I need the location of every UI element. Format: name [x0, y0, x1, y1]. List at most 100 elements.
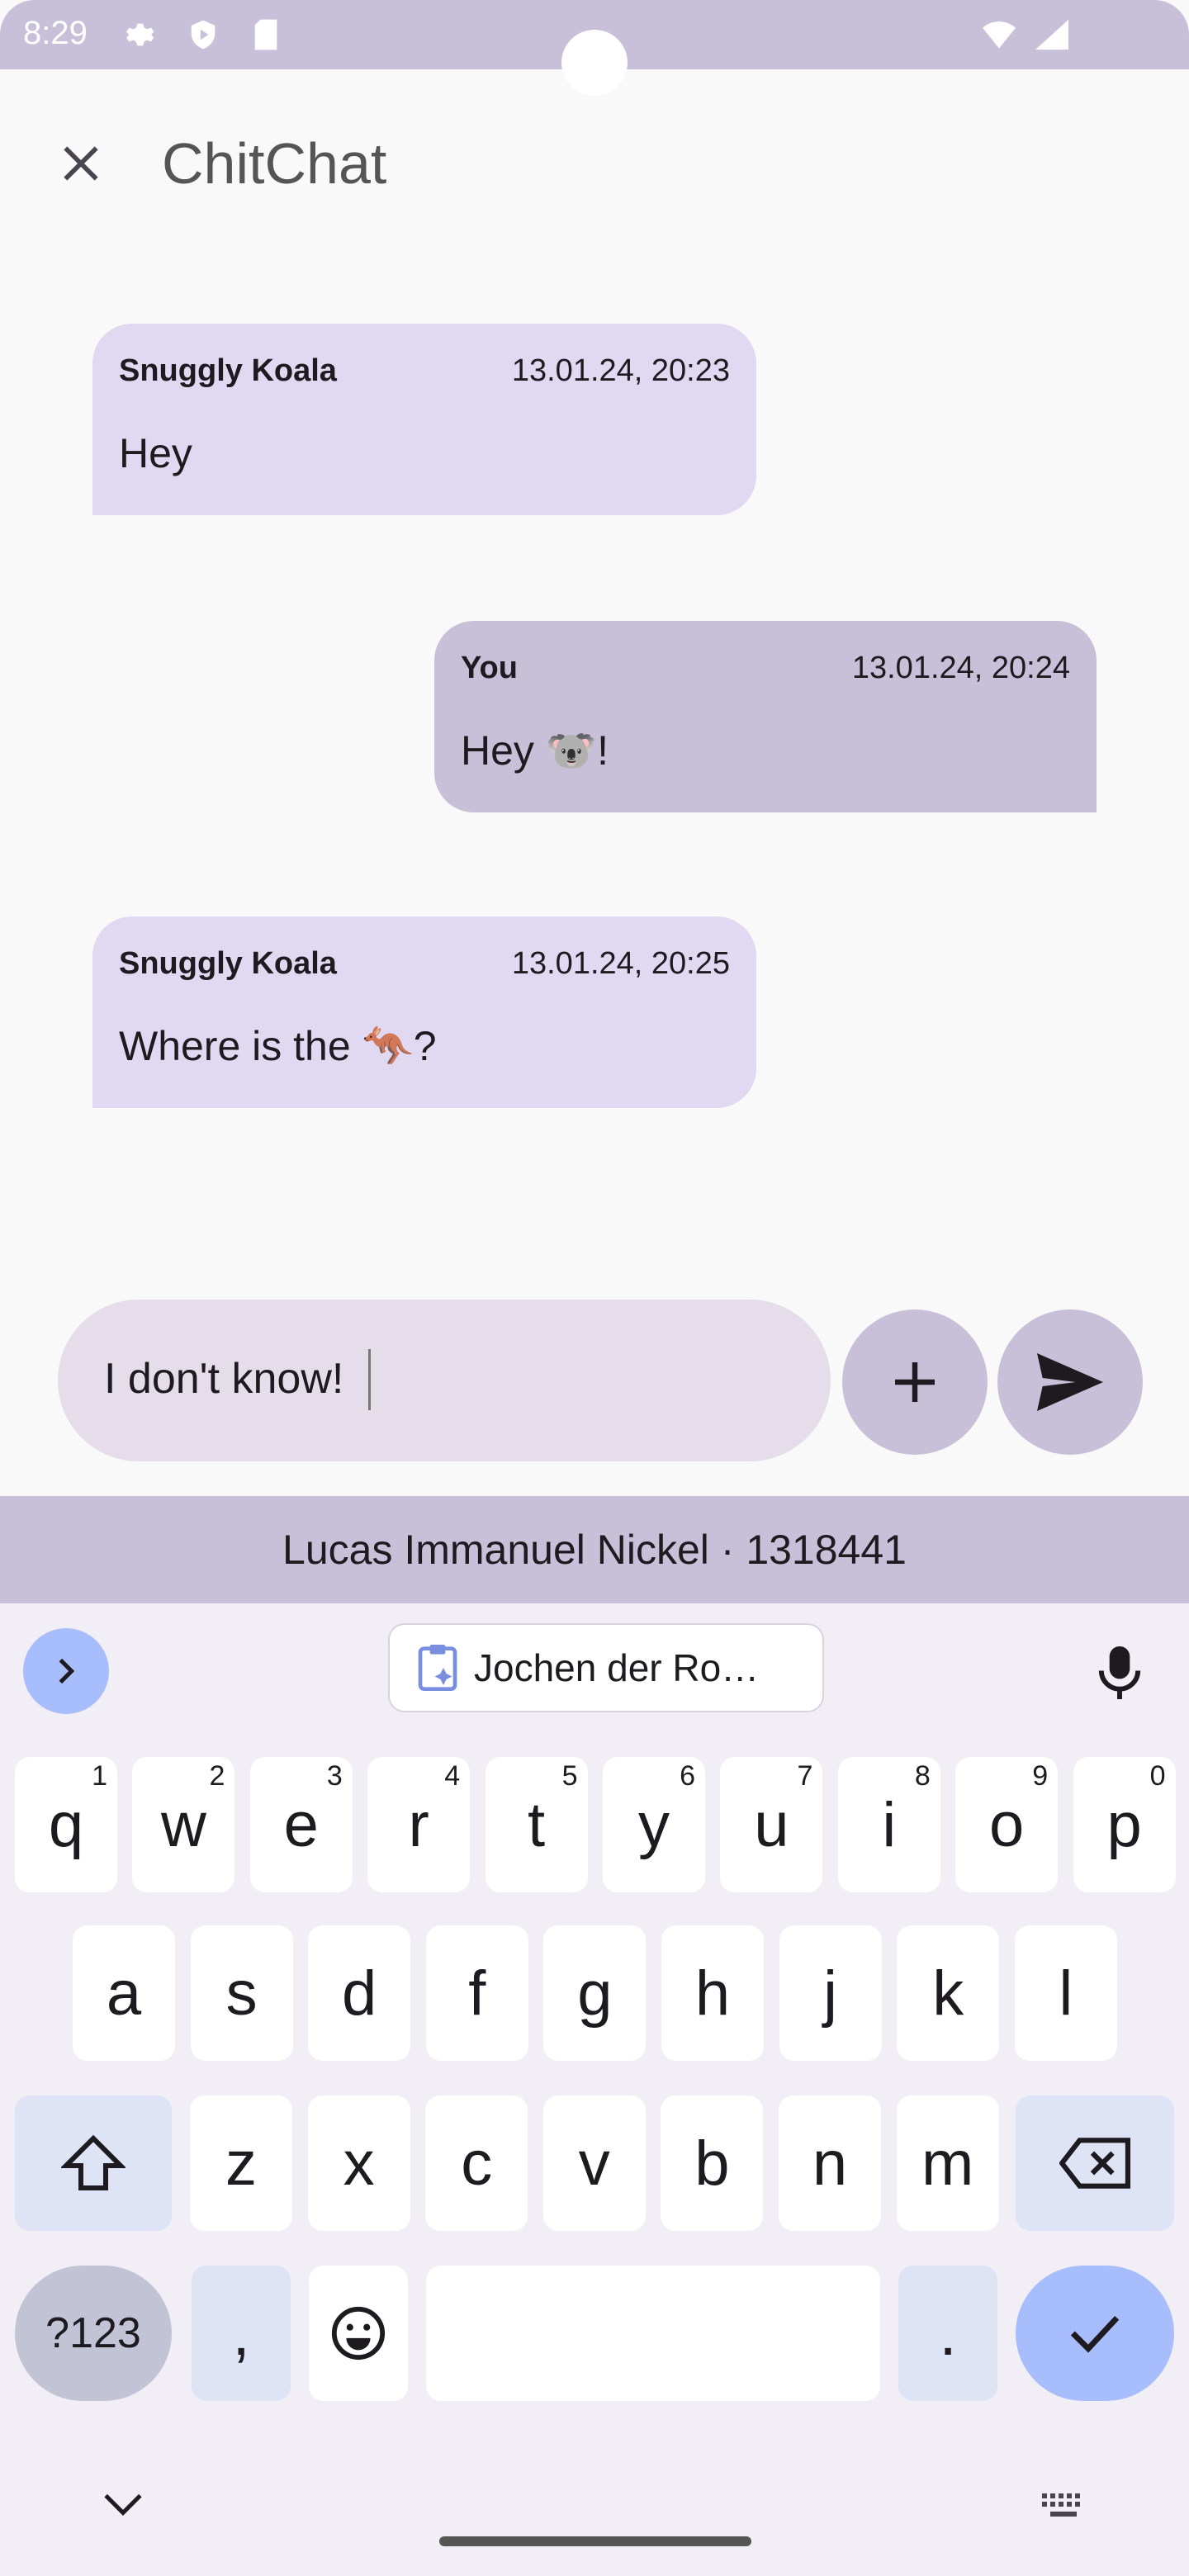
emoji-key[interactable]	[309, 2266, 408, 2401]
send-button[interactable]	[997, 1309, 1143, 1455]
key-n[interactable]: n	[779, 2095, 881, 2231]
checkmark-icon	[1070, 2315, 1120, 2353]
keyboard: Jochen der Ro… ?123 , . q1w2e3r4t5y6u7i8…	[0, 1603, 1189, 2576]
sd-card-icon	[249, 18, 282, 51]
key-o[interactable]: o9	[955, 1757, 1059, 1892]
backspace-icon	[1059, 2138, 1130, 2189]
keyboard-icon	[1042, 2493, 1080, 2517]
shift-icon	[61, 2134, 126, 2190]
key-hint: 0	[1149, 1760, 1166, 1792]
key-c[interactable]: c	[425, 2095, 528, 2231]
message-bubble[interactable]: Snuggly Koala 13.01.24, 20:25 Where is t…	[92, 916, 756, 1108]
key-label: t	[528, 1789, 546, 1860]
key-z[interactable]: z	[190, 2095, 292, 2231]
message-sender: Snuggly Koala	[119, 946, 337, 981]
comma-key[interactable]: ,	[192, 2266, 291, 2401]
key-j[interactable]: j	[779, 1925, 882, 2061]
shield-icon	[187, 18, 220, 51]
key-e[interactable]: e3	[249, 1757, 353, 1892]
space-key[interactable]	[426, 2266, 880, 2401]
key-g[interactable]: g	[543, 1925, 647, 2061]
add-button[interactable]	[842, 1309, 988, 1455]
key-q[interactable]: q1	[15, 1757, 117, 1892]
key-w[interactable]: w2	[132, 1757, 235, 1892]
key-label: w	[160, 1789, 206, 1860]
key-i[interactable]: i8	[837, 1757, 940, 1892]
key-p[interactable]: p0	[1073, 1757, 1176, 1892]
gear-icon	[122, 18, 155, 51]
key-label: l	[1059, 1958, 1073, 2029]
shift-key[interactable]	[15, 2095, 172, 2231]
key-label: s	[225, 1958, 258, 2029]
key-t[interactable]: t5	[485, 1757, 588, 1892]
key-hint: 3	[326, 1760, 343, 1792]
message-input[interactable]: I don't know!	[58, 1300, 831, 1461]
status-time: 8:29	[23, 15, 88, 51]
camera-cutout	[561, 30, 628, 96]
backspace-key[interactable]	[1016, 2095, 1174, 2231]
hide-keyboard-button[interactable]	[102, 2492, 144, 2521]
key-label: m	[921, 2128, 974, 2199]
message-timestamp: 13.01.24, 20:23	[511, 353, 730, 388]
close-icon	[64, 146, 98, 181]
key-label: y	[638, 1789, 670, 1860]
key-label: c	[461, 2128, 493, 2199]
wifi-icon	[983, 18, 1016, 51]
suggestion-text: Jochen der Ro…	[474, 1646, 760, 1689]
key-hint: 5	[561, 1760, 578, 1792]
key-v[interactable]: v	[542, 2095, 646, 2231]
message-bubble[interactable]: Snuggly Koala 13.01.24, 20:23 Hey	[92, 324, 756, 515]
message-sender: Snuggly Koala	[119, 353, 337, 388]
message-timestamp: 13.01.24, 20:24	[851, 651, 1070, 685]
key-hint: 6	[680, 1760, 695, 1792]
key-label: v	[578, 2128, 610, 2199]
key-y[interactable]: y6	[603, 1757, 705, 1892]
plus-icon	[895, 1362, 935, 1402]
period-key[interactable]: .	[898, 2266, 997, 2401]
message-timestamp: 13.01.24, 20:25	[511, 946, 730, 981]
key-b[interactable]: b	[661, 2095, 764, 2231]
key-hint: 2	[209, 1760, 225, 1792]
emoji-icon	[331, 2306, 386, 2361]
send-icon	[1037, 1353, 1103, 1411]
key-label: i	[882, 1789, 897, 1860]
message-text: Hey	[119, 430, 192, 476]
microphone-button[interactable]	[1087, 1640, 1153, 1706]
symbols-key[interactable]: ?123	[15, 2266, 172, 2401]
keyboard-switch-button[interactable]	[1039, 2490, 1088, 2524]
key-k[interactable]: k	[897, 1925, 1000, 2061]
key-hint: 4	[444, 1760, 461, 1792]
key-l[interactable]: l	[1014, 1925, 1117, 2061]
key-d[interactable]: d	[308, 1925, 411, 2061]
enter-key[interactable]	[1016, 2266, 1174, 2401]
key-label: h	[694, 1958, 731, 2029]
key-hint: 7	[797, 1760, 813, 1792]
key-a[interactable]: a	[73, 1925, 175, 2061]
close-button[interactable]	[50, 132, 112, 195]
app-title: ChitChat	[162, 131, 387, 196]
clipboard-icon	[418, 1645, 457, 1691]
message-bubble[interactable]: You 13.01.24, 20:24 Hey 🐨!	[434, 621, 1097, 812]
text-caret	[368, 1349, 371, 1410]
gesture-nav-handle[interactable]	[439, 2536, 751, 2546]
suggestion-chip[interactable]: Jochen der Ro…	[388, 1623, 824, 1712]
key-r[interactable]: r4	[367, 1757, 471, 1892]
key-hint: 1	[92, 1760, 107, 1792]
key-label: o	[989, 1789, 1025, 1860]
key-label: f	[468, 1958, 486, 2029]
key-h[interactable]: h	[661, 1925, 764, 2061]
message-sender: You	[461, 651, 518, 685]
key-x[interactable]: x	[307, 2095, 410, 2231]
message-input-value: I don't know!	[104, 1355, 344, 1403]
key-s[interactable]: s	[190, 1925, 293, 2061]
key-label: d	[342, 1958, 377, 2029]
key-label: b	[694, 2128, 730, 2199]
keyboard-expand-button[interactable]	[23, 1628, 109, 1714]
key-u[interactable]: u7	[720, 1757, 823, 1892]
key-label: p	[1106, 1789, 1142, 1860]
key-f[interactable]: f	[425, 1925, 528, 2061]
key-hint: 9	[1032, 1760, 1049, 1792]
key-label: e	[283, 1789, 319, 1860]
key-label: k	[932, 1958, 964, 2029]
key-m[interactable]: m	[896, 2095, 999, 2231]
